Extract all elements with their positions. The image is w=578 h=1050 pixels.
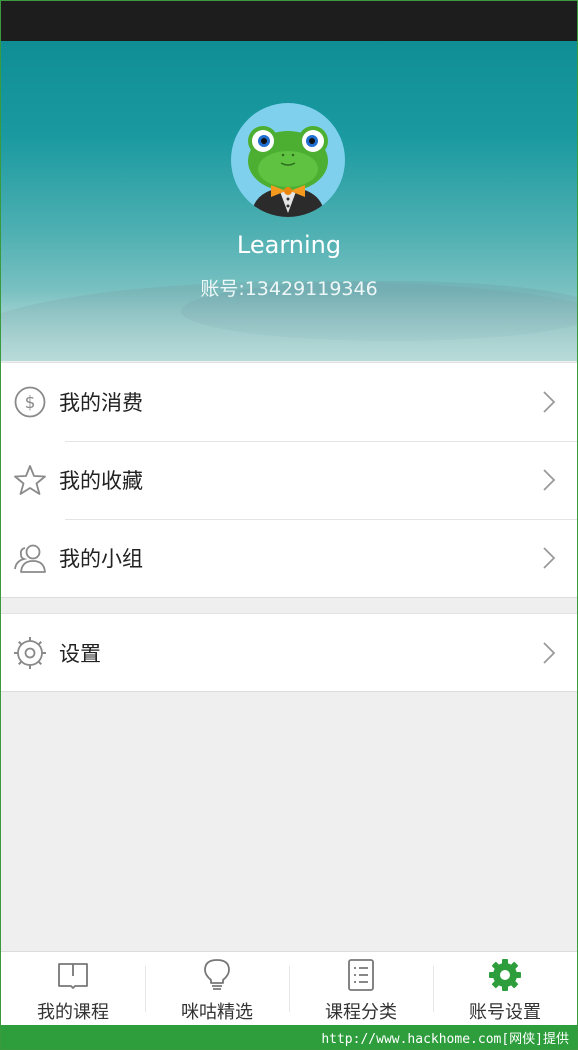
background-fog [1, 291, 577, 361]
frog-avatar-icon [248, 126, 328, 217]
star-icon [14, 465, 46, 495]
tab-label: 课程分类 [325, 1002, 397, 1023]
chevron-right-icon [543, 391, 556, 413]
tab-my-courses[interactable]: 我的课程 [1, 952, 145, 1026]
tab-label: 咪咕精选 [181, 1002, 253, 1023]
tab-label: 账号设置 [469, 1002, 541, 1023]
gear-icon [489, 959, 521, 991]
gear-outline-icon [14, 637, 46, 669]
bottom-tab-bar: 我的课程 咪咕精选 课程分类 账号设置 [1, 951, 577, 1026]
menu-list: $ 我的消费 我的收藏 我的小组 [1, 362, 577, 598]
tab-categories[interactable]: 课程分类 [289, 952, 433, 1026]
account-number: 账号:13429119346 [200, 278, 378, 300]
watermark-text: http://www.hackhome.com[网侠]提供 [321, 1032, 569, 1047]
status-bar [1, 1, 577, 41]
menu-item-label: 我的收藏 [59, 469, 143, 493]
menu-item-settings[interactable]: 设置 [1, 614, 577, 692]
book-icon [58, 963, 88, 989]
menu-item-label: 我的消费 [59, 391, 143, 415]
tab-label: 我的课程 [37, 1002, 109, 1023]
lightbulb-icon [204, 959, 230, 990]
chevron-right-icon [543, 469, 556, 491]
avatar[interactable] [231, 103, 345, 217]
menu-item-groups[interactable]: 我的小组 [1, 519, 577, 597]
app-frame: Learning 账号:13429119346 $ 我的消费 我的收藏 我的小组… [0, 0, 578, 1050]
dollar-circle-icon: $ [14, 386, 46, 418]
users-icon [14, 544, 46, 573]
list-icon [348, 959, 374, 991]
tab-featured[interactable]: 咪咕精选 [145, 952, 289, 1026]
menu-item-label: 设置 [59, 642, 101, 666]
menu-item-favorites[interactable]: 我的收藏 [1, 441, 577, 519]
svg-text:$: $ [25, 393, 36, 413]
chevron-right-icon [543, 642, 556, 664]
profile-header: Learning 账号:13429119346 [1, 41, 577, 361]
settings-list: 设置 [1, 613, 577, 692]
username: Learning [236, 231, 342, 259]
menu-item-consumption[interactable]: $ 我的消费 [1, 363, 577, 441]
watermark-bar: http://www.hackhome.com[网侠]提供 [1, 1025, 577, 1049]
tab-account-settings[interactable]: 账号设置 [433, 952, 577, 1026]
menu-item-label: 我的小组 [59, 547, 143, 571]
chevron-right-icon [543, 547, 556, 569]
